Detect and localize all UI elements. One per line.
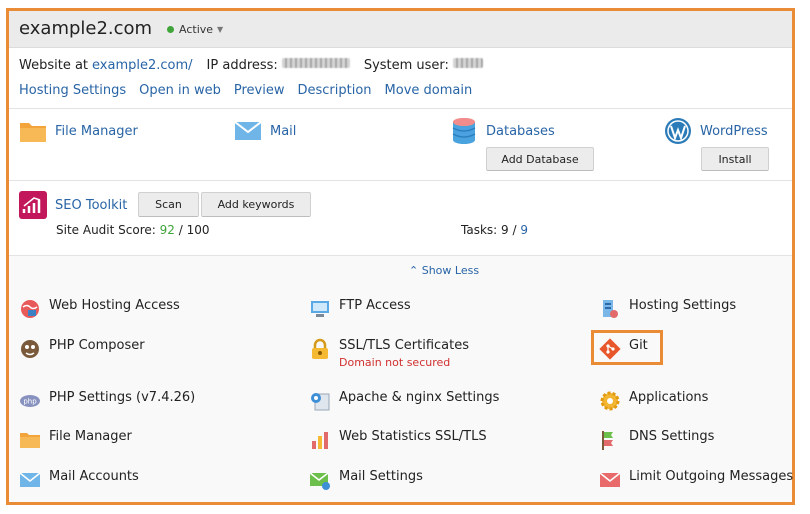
ftp-computer-icon — [311, 301, 329, 317]
audit-score-max: 100 — [186, 223, 210, 237]
audit-label: Site Audit Score: — [56, 223, 156, 237]
item-hosting-settings[interactable]: Hosting Settings — [599, 298, 736, 320]
domain-info: Website at example2.com/ IP address: Sys… — [19, 58, 483, 73]
composer-icon — [21, 340, 39, 358]
php-icon: php — [20, 395, 40, 407]
svg-text:php: php — [23, 398, 37, 406]
tool-seo-toolkit[interactable]: SEO Toolkit — [19, 191, 127, 219]
lock-icon — [312, 338, 328, 359]
tasks-total-link[interactable]: 9 — [520, 223, 528, 237]
website-link[interactable]: example2.com/ — [92, 58, 193, 73]
mail-link[interactable]: Mail — [270, 124, 296, 139]
scan-button[interactable]: Scan — [138, 192, 199, 217]
link-hosting-settings[interactable]: Hosting Settings — [19, 83, 126, 98]
mail-icon — [19, 472, 41, 487]
status-label: Active — [179, 23, 214, 36]
seo-toolkit-link[interactable]: SEO Toolkit — [55, 198, 127, 213]
domain-title: example2.com — [19, 18, 153, 39]
seo-tasks: Tasks: 9 / 9 — [461, 223, 528, 237]
item-limit-outgoing-messages[interactable]: Limit Outgoing Messages — [599, 469, 793, 491]
tool-file-manager[interactable]: File Manager — [19, 117, 138, 145]
install-button[interactable]: Install — [701, 147, 769, 171]
chevron-up-icon: ⌃ — [409, 264, 419, 277]
website-label: Website at — [19, 58, 89, 73]
card-header: example2.com Active ▼ — [9, 11, 792, 48]
item-web-hosting-access[interactable]: Web Hosting Access — [19, 298, 180, 320]
link-description[interactable]: Description — [298, 83, 372, 98]
more-tools-panel: ⌃ Show Less Web Hosting Access FTP Acces… — [9, 255, 793, 502]
domain-card: example2.com Active ▼ Website at example… — [6, 8, 795, 505]
tasks-sep: / — [508, 223, 521, 237]
divider — [9, 180, 792, 181]
chevron-down-icon: ▼ — [217, 25, 224, 34]
item-php-composer[interactable]: PHP Composer — [19, 338, 145, 360]
server-gear-icon — [311, 393, 330, 411]
ssl-tls-label: SSL/TLS Certificates — [339, 338, 469, 353]
folder-icon — [20, 433, 40, 448]
audit-score-value: 92 — [159, 223, 175, 237]
show-less-toggle[interactable]: ⌃ Show Less — [409, 264, 479, 277]
domain-links: Hosting Settings Open in web Preview Des… — [19, 83, 485, 98]
link-open-in-web[interactable]: Open in web — [139, 83, 221, 98]
item-mail-settings[interactable]: Mail Settings — [309, 469, 423, 491]
item-web-statistics[interactable]: Web Statistics SSL/TLS — [309, 429, 487, 451]
tool-wordpress[interactable]: WordPress — [664, 117, 768, 145]
mail-limit-icon — [599, 472, 621, 487]
item-applications[interactable]: Applications — [599, 390, 708, 412]
gear-icon — [600, 391, 620, 411]
globe-key-icon — [21, 300, 39, 318]
item-mail-accounts[interactable]: Mail Accounts — [19, 469, 139, 491]
wordpress-icon — [665, 118, 691, 144]
item-php-settings[interactable]: php PHP Settings (v7.4.26) — [19, 390, 195, 412]
add-keywords-button[interactable]: Add keywords — [201, 192, 311, 217]
statistics-icon — [312, 432, 328, 449]
audit-score-sep: / — [174, 223, 187, 237]
item-apache-nginx-settings[interactable]: Apache & nginx Settings — [309, 390, 499, 412]
seo-chart-icon — [19, 191, 47, 219]
link-move-domain[interactable]: Move domain — [385, 83, 473, 98]
add-database-button[interactable]: Add Database — [486, 147, 594, 171]
item-ssl-tls-certificates[interactable]: SSL/TLS Certificates Domain not secured — [309, 338, 469, 369]
file-manager-link[interactable]: File Manager — [55, 124, 138, 139]
mail-icon — [234, 121, 262, 140]
item-ftp-access[interactable]: FTP Access — [309, 298, 411, 320]
databases-link[interactable]: Databases — [486, 124, 555, 139]
item-file-manager[interactable]: File Manager — [19, 429, 132, 451]
system-user-redacted — [452, 58, 483, 68]
dns-flag-icon — [602, 431, 613, 450]
site-audit-score: Site Audit Score: 92 / 100 — [56, 223, 209, 237]
divider — [9, 108, 792, 109]
server-settings-icon — [603, 300, 618, 318]
tasks-done: 9 — [501, 223, 509, 237]
tasks-label: Tasks: — [461, 223, 498, 237]
database-icon — [452, 118, 476, 144]
ip-redacted — [281, 58, 350, 68]
item-dns-settings[interactable]: DNS Settings — [599, 429, 714, 451]
tool-databases[interactable]: Databases — [450, 117, 555, 145]
wordpress-link[interactable]: WordPress — [700, 124, 768, 139]
tool-mail[interactable]: Mail — [234, 117, 296, 145]
ip-label: IP address: — [206, 58, 278, 73]
ssl-status-warning: Domain not secured — [339, 356, 451, 369]
link-preview[interactable]: Preview — [234, 83, 285, 98]
mail-settings-icon — [309, 472, 330, 490]
folder-icon — [20, 123, 46, 142]
git-highlight-box — [591, 330, 663, 365]
status-dropdown[interactable]: Active ▼ — [167, 23, 223, 36]
system-user-label: System user: — [363, 58, 449, 73]
status-dot-icon — [167, 26, 174, 33]
